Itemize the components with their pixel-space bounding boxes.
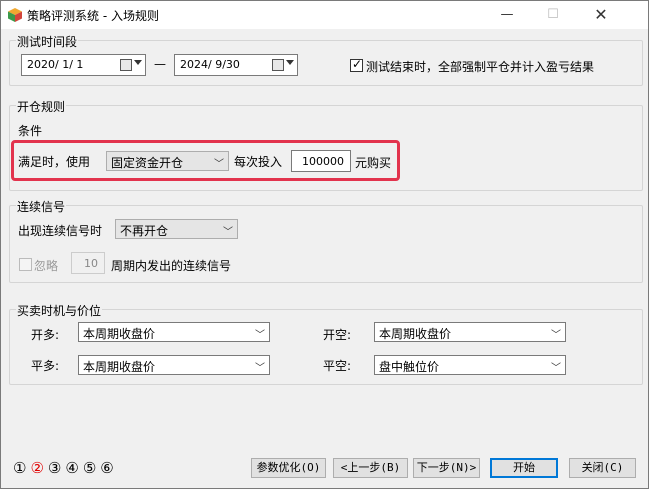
start-date-value: 2020/ 1/ 1 bbox=[27, 58, 84, 71]
chevron-down-icon: ﹀ bbox=[223, 227, 233, 238]
dropdown-arrow-icon[interactable] bbox=[286, 60, 294, 65]
step-4[interactable]: ④ bbox=[65, 459, 78, 477]
close-short-select[interactable]: 盘中触位价 ﹀ bbox=[374, 355, 566, 375]
date-separator: — bbox=[154, 57, 166, 71]
period-label: 周期内发出的连续信号 bbox=[111, 259, 232, 273]
chevron-down-icon: ﹀ bbox=[255, 363, 265, 374]
chevron-down-icon: ﹀ bbox=[551, 363, 561, 374]
invest-amount-value: 100000 bbox=[302, 155, 344, 168]
open-short-label: 开空: bbox=[323, 328, 352, 342]
step-3[interactable]: ③ bbox=[48, 459, 61, 477]
open-short-select[interactable]: 本周期收盘价 ﹀ bbox=[374, 322, 566, 342]
dropdown-arrow-icon[interactable] bbox=[134, 60, 142, 65]
consecutive-action-select[interactable]: 不再开仓 ﹀ bbox=[115, 219, 238, 239]
maximize-button[interactable]: ☐ bbox=[530, 1, 576, 29]
buy-unit-label: 元购买 bbox=[355, 156, 392, 170]
chevron-down-icon: ﹀ bbox=[255, 330, 265, 341]
ignore-period-input[interactable]: 10 bbox=[71, 252, 105, 274]
start-date-picker[interactable]: 2020/ 1/ 1 bbox=[21, 54, 146, 76]
condition-label: 条件 bbox=[18, 124, 43, 138]
test-period-label: 测试时间段 bbox=[16, 33, 79, 50]
invest-amount-input[interactable]: 100000 bbox=[291, 150, 351, 172]
step-2-current[interactable]: ② bbox=[30, 459, 43, 477]
close-button[interactable]: 关闭(C) bbox=[569, 458, 636, 478]
close-short-label: 平空: bbox=[323, 359, 352, 373]
when-met-label: 满足时，使用 bbox=[18, 155, 91, 169]
end-date-value: 2024/ 9/30 bbox=[180, 58, 240, 71]
prev-step-button[interactable]: <上一步(B) bbox=[333, 458, 408, 478]
close-window-button[interactable]: ✕ bbox=[578, 1, 624, 29]
step-1[interactable]: ① bbox=[13, 459, 26, 477]
consecutive-signal-label: 连续信号 bbox=[16, 198, 67, 215]
close-long-label: 平多: bbox=[31, 359, 60, 373]
next-step-button[interactable]: 下一步(N)> bbox=[413, 458, 480, 478]
calendar-icon[interactable] bbox=[120, 59, 132, 71]
each-invest-label: 每次投入 bbox=[234, 155, 283, 169]
open-short-value: 本周期收盘价 bbox=[379, 327, 452, 341]
strategy-evaluation-window: 策略评测系统 - 入场规则 — ☐ ✕ 测试时间段 2020/ 1/ 1 — 2… bbox=[0, 0, 649, 489]
start-button[interactable]: 开始 bbox=[490, 458, 558, 478]
force-close-checkbox[interactable]: ✓ bbox=[350, 57, 363, 72]
open-long-value: 本周期收盘价 bbox=[83, 327, 156, 341]
minimize-button[interactable]: — bbox=[484, 1, 530, 29]
step-indicators: ①②③④⑤⑥ bbox=[13, 459, 118, 477]
window-title: 策略评测系统 - 入场规则 bbox=[27, 9, 159, 23]
open-mode-value: 固定资金开仓 bbox=[111, 156, 184, 170]
calendar-icon[interactable] bbox=[272, 59, 284, 71]
step-5[interactable]: ⑤ bbox=[83, 459, 96, 477]
open-mode-select[interactable]: 固定资金开仓 ﹀ bbox=[106, 151, 229, 171]
ignore-label: 忽略 bbox=[34, 259, 59, 273]
title-bar: 策略评测系统 - 入场规则 — ☐ ✕ bbox=[1, 1, 648, 29]
ignore-checkbox[interactable] bbox=[19, 258, 32, 271]
open-long-label: 开多: bbox=[31, 328, 60, 342]
app-icon bbox=[8, 8, 22, 22]
close-long-value: 本周期收盘价 bbox=[83, 360, 156, 374]
chevron-down-icon: ﹀ bbox=[214, 159, 224, 170]
occurs-label: 出现连续信号时 bbox=[18, 224, 103, 238]
optimize-button[interactable]: 参数优化(O) bbox=[251, 458, 326, 478]
checkmark-icon: ✓ bbox=[352, 57, 363, 71]
chevron-down-icon: ﹀ bbox=[551, 330, 561, 341]
consecutive-action-value: 不再开仓 bbox=[120, 224, 169, 238]
end-date-picker[interactable]: 2024/ 9/30 bbox=[174, 54, 298, 76]
force-close-label[interactable]: 测试结束时，全部强制平仓并计入盈亏结果 bbox=[366, 58, 594, 75]
step-6[interactable]: ⑥ bbox=[100, 459, 113, 477]
open-long-select[interactable]: 本周期收盘价 ﹀ bbox=[78, 322, 270, 342]
timing-label: 买卖时机与价位 bbox=[16, 302, 103, 319]
open-rules-label: 开仓规则 bbox=[16, 98, 67, 115]
ignore-period-value: 10 bbox=[84, 257, 98, 270]
close-short-value: 盘中触位价 bbox=[379, 360, 440, 374]
close-long-select[interactable]: 本周期收盘价 ﹀ bbox=[78, 355, 270, 375]
